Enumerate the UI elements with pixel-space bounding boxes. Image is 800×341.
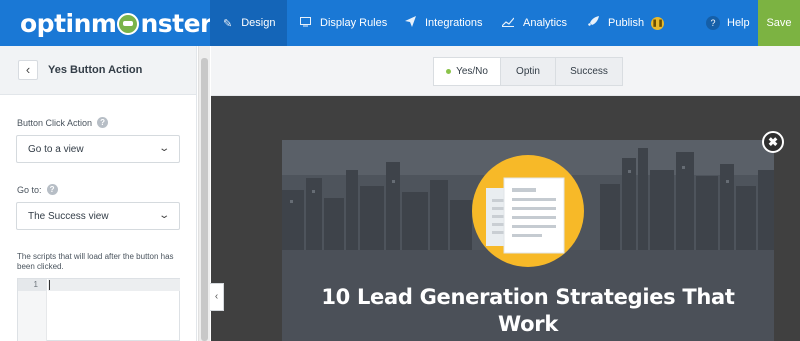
chart-line-icon (501, 17, 515, 30)
go-to-select[interactable]: The Success view ⌄ (16, 202, 180, 230)
text-cursor (49, 280, 50, 290)
sidebar-header: ‹ Yes Button Action (0, 46, 196, 95)
go-to-value: The Success view (28, 210, 109, 222)
button-click-action-select[interactable]: Go to a view ⌄ (16, 135, 180, 163)
popup-headline: 10 Lead Generation Strategies That Work (282, 284, 774, 338)
logo-text-end: nster (140, 8, 212, 38)
button-click-action-label: Button Click Action ? (17, 117, 109, 128)
help-tooltip-icon[interactable]: ? (97, 117, 109, 128)
rocket-icon (588, 16, 599, 30)
button-click-action-value: Go to a view (28, 143, 84, 155)
nav-integrations-label: Integrations (425, 17, 483, 29)
popup-headline-line1: 10 Lead Generation Strategies That (321, 285, 735, 309)
scripts-description: The scripts that will load after the but… (17, 252, 174, 271)
paper-plane-icon (405, 16, 416, 30)
active-line-highlight (48, 279, 180, 291)
pencil-icon: ✎ (223, 17, 233, 30)
logo-text-start: optinm (20, 8, 117, 38)
go-to-label: Go to: ? (17, 184, 58, 195)
sidebar-scrollbar[interactable] (198, 46, 210, 341)
active-dot-icon (446, 69, 452, 74)
chevron-down-icon: ⌄ (157, 210, 170, 221)
tab-yes-no[interactable]: Yes/No (433, 57, 501, 86)
question-icon: ? (706, 16, 720, 30)
button-click-action-text: Button Click Action (17, 117, 93, 128)
line-number: 1 (18, 279, 47, 291)
script-code-editor[interactable]: 1 (17, 278, 180, 341)
top-navigation-bar: optinm nster ✎ Design Display Rules Integ… (0, 0, 800, 46)
view-tabs: Yes/No Optin Success (433, 57, 623, 86)
documents-icon (472, 155, 584, 267)
go-to-text: Go to: (17, 184, 42, 195)
tab-optin[interactable]: Optin (501, 57, 556, 86)
optinmonster-logo[interactable]: optinm nster (20, 7, 212, 39)
help-link[interactable]: ? Help (706, 0, 750, 46)
tab-yes-no-label: Yes/No (456, 66, 488, 77)
nav-display-rules[interactable]: Display Rules (300, 0, 387, 46)
collapse-sidebar-button[interactable]: ‹ (210, 283, 224, 311)
nav-analytics-label: Analytics (523, 17, 568, 29)
save-button[interactable]: Save (758, 0, 800, 46)
nav-integrations[interactable]: Integrations (405, 0, 482, 46)
scrollbar-thumb[interactable] (201, 58, 208, 341)
nav-publish[interactable]: Publish ❚❚ (588, 0, 665, 46)
tab-optin-label: Optin (516, 66, 540, 77)
pause-icon: ❚❚ (651, 16, 665, 30)
sidebar-title: Yes Button Action (48, 64, 143, 76)
monitor-icon (300, 16, 311, 30)
close-popup-icon[interactable]: ✖ (762, 131, 784, 153)
chevron-down-icon: ⌄ (157, 143, 170, 154)
nav-publish-label: Publish (608, 17, 645, 29)
nav-design-label: Design (241, 17, 276, 29)
monster-mascot-icon (117, 13, 140, 35)
help-tooltip-icon[interactable]: ? (46, 184, 58, 195)
nav-display-rules-label: Display Rules (320, 17, 388, 29)
nav-design[interactable]: ✎ Design (210, 0, 287, 46)
settings-sidebar: ‹ Yes Button Action Button Click Action … (0, 46, 197, 341)
back-button[interactable]: ‹ (18, 60, 38, 80)
help-label: Help (727, 17, 750, 29)
nav-analytics[interactable]: Analytics (501, 0, 568, 46)
popup-headline-line2: Work (498, 312, 558, 336)
tab-success-label: Success (570, 66, 608, 77)
tab-success[interactable]: Success (556, 57, 623, 86)
